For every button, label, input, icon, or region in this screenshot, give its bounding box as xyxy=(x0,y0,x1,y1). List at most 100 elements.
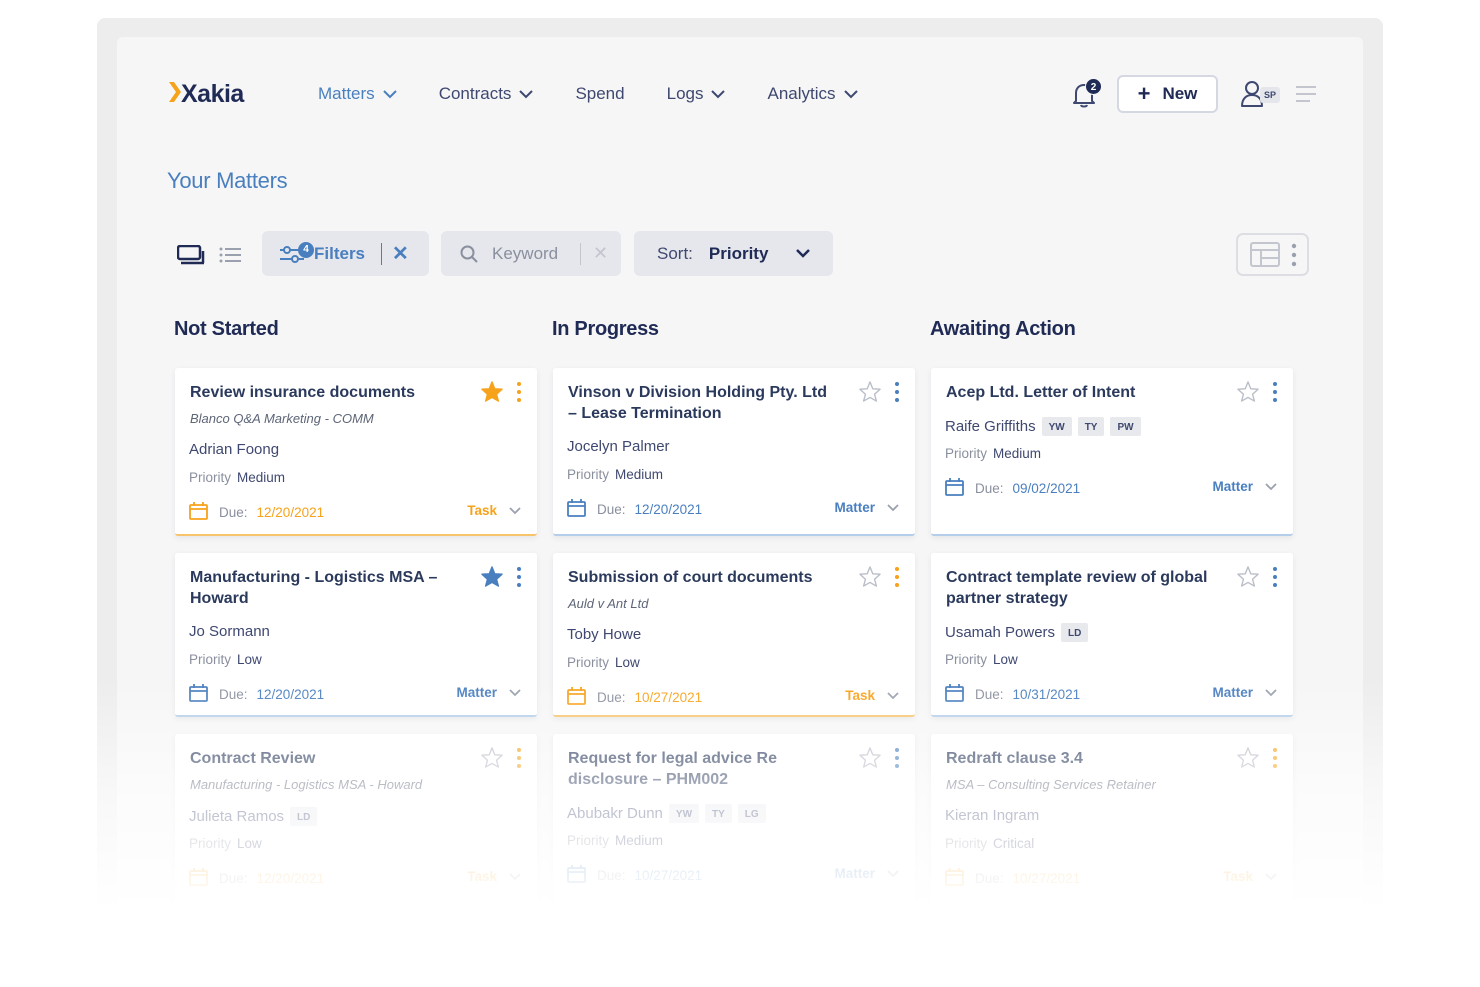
card-assignee: Kieran Ingram xyxy=(945,807,1039,824)
kebab-icon[interactable] xyxy=(517,748,521,768)
keyword-divider xyxy=(580,242,581,265)
kebab-icon[interactable] xyxy=(1273,567,1277,587)
nav-matters[interactable]: Matters xyxy=(318,84,397,104)
card-title[interactable]: Review insurance documents xyxy=(190,382,455,403)
clear-keyword-icon[interactable]: ✕ xyxy=(593,243,608,264)
priority-value: Medium xyxy=(237,470,286,485)
assignee-tag: LG xyxy=(737,804,766,823)
column-title-awaiting-action: Awaiting Action xyxy=(930,318,1076,340)
card-type-toggle[interactable]: Task xyxy=(1223,869,1277,884)
card-title[interactable]: Acep Ltd. Letter of Intent xyxy=(946,382,1211,403)
card-type-toggle[interactable]: Task xyxy=(845,688,899,703)
assignee-name: Raife Griffiths xyxy=(945,418,1036,435)
filters-button[interactable]: Filters ✕ xyxy=(262,231,429,276)
star-icon[interactable] xyxy=(481,747,503,773)
card-title[interactable]: Manufacturing - Logistics MSA – Howard xyxy=(190,567,455,609)
keyword-search[interactable]: ✕ xyxy=(441,231,621,276)
matter-card[interactable]: Contract Review Manufacturing - Logistics… xyxy=(175,734,537,934)
priority-label: Priority xyxy=(945,652,988,667)
calendar-icon xyxy=(567,499,586,520)
user-initials-badge[interactable]: SP xyxy=(1260,87,1281,103)
logo[interactable]: Xakia xyxy=(169,80,244,109)
card-type-toggle[interactable]: Task xyxy=(467,869,521,884)
nav-contracts[interactable]: Contracts xyxy=(439,84,534,104)
priority-value: Low xyxy=(237,652,262,667)
calendar-icon xyxy=(189,684,208,705)
card-title[interactable]: Submission of court documents xyxy=(568,567,833,588)
nav-spend[interactable]: Spend xyxy=(575,84,624,104)
matter-card[interactable]: Contract template review of global partn… xyxy=(931,553,1293,717)
kebab-icon[interactable] xyxy=(895,382,899,402)
main-nav: Matters Contracts Spend Logs Analytics xyxy=(318,84,900,104)
nav-logs[interactable]: Logs xyxy=(667,84,726,104)
card-due: Due: 12/20/2021 xyxy=(189,868,324,889)
new-button[interactable]: + New xyxy=(1117,75,1218,113)
assignee-name: Usamah Powers xyxy=(945,624,1056,641)
due-date: 12/20/2021 xyxy=(256,505,325,520)
star-icon[interactable] xyxy=(481,381,503,407)
star-icon[interactable] xyxy=(1237,566,1259,592)
card-assignee: Julieta Ramos LD xyxy=(189,807,318,826)
star-icon[interactable] xyxy=(859,747,881,773)
card-due: Due: 10/27/2021 xyxy=(945,868,1080,889)
nav-logs-label: Logs xyxy=(666,84,704,103)
kebab-icon[interactable] xyxy=(1273,382,1277,402)
layout-options-button[interactable] xyxy=(1236,233,1309,276)
column-title-not-started: Not Started xyxy=(174,318,279,340)
due-date: 09/02/2021 xyxy=(1012,481,1081,496)
card-subtitle: Blanco Q&A Marketing - COMM xyxy=(190,411,374,426)
due-date: 10/27/2021 xyxy=(634,690,703,705)
card-title[interactable]: Redraft clause 3.4 xyxy=(946,748,1211,769)
card-type-toggle[interactable]: Matter xyxy=(456,685,521,700)
menu-icon[interactable] xyxy=(1296,85,1316,103)
card-title[interactable]: Request for legal advice Re disclosure –… xyxy=(568,748,833,790)
sort-dropdown[interactable]: Sort: Priority xyxy=(634,231,833,276)
card-type-toggle[interactable]: Task xyxy=(467,503,521,518)
card-due: Due: 12/20/2021 xyxy=(189,684,324,705)
kebab-icon[interactable] xyxy=(517,567,521,587)
star-icon[interactable] xyxy=(481,566,503,592)
card-type-toggle[interactable]: Matter xyxy=(1212,479,1277,494)
card-type-toggle[interactable]: Matter xyxy=(834,866,899,881)
priority-value: Low xyxy=(993,652,1018,667)
card-due: Due: 10/31/2021 xyxy=(945,684,1080,705)
assignee-tag: LD xyxy=(290,807,318,826)
star-icon[interactable] xyxy=(1237,381,1259,407)
matter-card[interactable]: Acep Ltd. Letter of Intent Raife Griffith… xyxy=(931,368,1293,536)
keyword-input[interactable] xyxy=(492,243,580,264)
priority-label: Priority xyxy=(567,655,610,670)
nav-analytics[interactable]: Analytics xyxy=(767,84,858,104)
card-title[interactable]: Vinson v Division Holding Pty. Ltd – Lea… xyxy=(568,382,833,424)
matter-card[interactable]: Vinson v Division Holding Pty. Ltd – Lea… xyxy=(553,368,915,536)
chevron-down-icon xyxy=(875,688,899,703)
kebab-icon[interactable] xyxy=(895,748,899,768)
card-type-toggle[interactable]: Matter xyxy=(834,500,899,515)
card-type-toggle[interactable]: Matter xyxy=(1212,685,1277,700)
card-title[interactable]: Contract template review of global partn… xyxy=(946,567,1211,609)
due-label: Due: xyxy=(597,868,626,883)
card-title[interactable]: Contract Review xyxy=(190,748,455,769)
due-date: 12/20/2021 xyxy=(256,687,325,702)
card-priority: Priority Medium xyxy=(567,467,663,482)
matter-card[interactable]: Redraft clause 3.4 MSA – Consulting Servi… xyxy=(931,734,1293,934)
matter-card[interactable]: Manufacturing - Logistics MSA – Howard Jo… xyxy=(175,553,537,717)
matter-card[interactable]: Review insurance documents Blanco Q&A Mar… xyxy=(175,368,537,536)
kebab-icon[interactable] xyxy=(1273,748,1277,768)
kebab-icon[interactable] xyxy=(517,382,521,402)
page-title: Your Matters xyxy=(167,168,288,193)
star-icon[interactable] xyxy=(859,381,881,407)
kebab-icon[interactable] xyxy=(895,567,899,587)
star-icon[interactable] xyxy=(859,566,881,592)
star-icon[interactable] xyxy=(1237,747,1259,773)
clear-filters-icon[interactable]: ✕ xyxy=(392,241,409,266)
matter-card[interactable]: Submission of court documents Auld v Ant … xyxy=(553,553,915,717)
chevron-down-icon xyxy=(497,685,521,700)
priority-value: Critical xyxy=(993,836,1035,851)
card-priority: Priority Low xyxy=(189,836,262,851)
kebab-icon xyxy=(1291,243,1297,266)
priority-value: Low xyxy=(237,836,262,851)
list-view-icon[interactable] xyxy=(219,247,241,263)
card-view-icon[interactable] xyxy=(177,245,205,265)
filters-label: Filters xyxy=(314,243,366,263)
matter-card[interactable]: Request for legal advice Re disclosure –… xyxy=(553,734,915,934)
